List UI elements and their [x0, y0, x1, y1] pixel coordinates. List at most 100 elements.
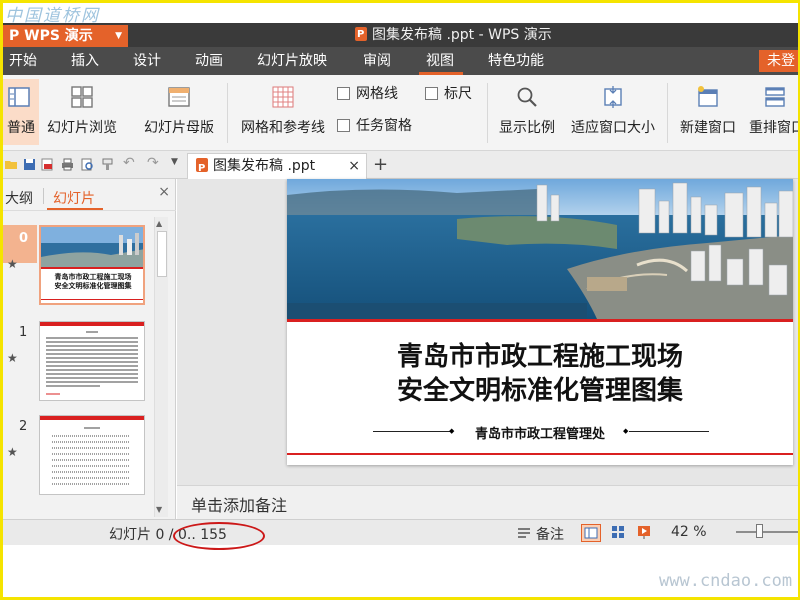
qingdao-coast-photo [287, 179, 793, 319]
slide-thumbnail-0[interactable]: 青岛市市政工程施工现场 安全文明标准化管理图集 [39, 225, 145, 305]
task-pane-checkbox[interactable]: 任务窗格 [337, 117, 412, 135]
print-icon[interactable] [61, 158, 74, 171]
chevron-down-icon[interactable]: ▼ [171, 157, 184, 170]
print-preview-icon[interactable] [81, 158, 94, 171]
slide-master-icon [168, 87, 190, 107]
thumbnail-title-line2: 安全文明标准化管理图集 [54, 282, 132, 290]
slide-number: 0 [19, 231, 29, 246]
arrange-windows-button[interactable]: 重排窗口 [747, 79, 800, 145]
zoom-button[interactable]: 显示比例 [495, 79, 559, 145]
active-tab-indicator [47, 208, 103, 210]
tab-divider [43, 188, 44, 204]
folder-icon[interactable] [5, 158, 18, 171]
grid-guides-button[interactable]: 网格和参考线 [235, 79, 331, 145]
arrange-windows-icon [765, 87, 785, 107]
wps-menu-label: P WPS 演示 [9, 28, 93, 44]
ribbon-divider [667, 83, 668, 143]
save-icon[interactable] [23, 158, 36, 171]
thumbnail-text-lines [46, 331, 138, 395]
slide-sorter-status-button[interactable] [609, 524, 629, 542]
status-bar: 幻灯片 0 / 0.. 155 备注 42 % [3, 519, 798, 545]
chevron-down-icon: ▼ [115, 31, 122, 41]
notes-pane[interactable]: 单击添加备注 [177, 485, 798, 519]
new-tab-button[interactable]: + [373, 153, 388, 177]
slide-panel: 大纲 幻灯片 × 0 ★ 青岛市市政工程施工现场 安全文明标准化管理图集 1 ★ [3, 179, 176, 519]
gridlines-checkbox[interactable]: 网格线 [337, 85, 398, 103]
tab-design[interactable]: 设计 [133, 51, 161, 71]
tab-home[interactable]: 开始 [9, 51, 37, 71]
highlight-ellipse [173, 522, 265, 550]
ribbon-divider [227, 83, 228, 143]
slideshow-status-button[interactable] [635, 524, 655, 542]
watermark-bottom: www.cndao.com [659, 571, 793, 591]
slide-subtitle: 青岛市市政工程管理处 [474, 427, 605, 442]
tab-outline[interactable]: 大纲 [5, 188, 33, 208]
format-painter-icon[interactable] [101, 158, 114, 171]
magnifier-icon [517, 87, 537, 107]
thumbnail-toc-lines [52, 427, 130, 485]
document-tab[interactable]: 图集发布稿 .ppt × [187, 153, 367, 181]
tab-slideshow[interactable]: 幻灯片放映 [257, 51, 327, 71]
slide-sorter-icon [71, 86, 93, 108]
undo-icon[interactable]: ↶ [123, 155, 136, 171]
wps-menu-button[interactable]: P WPS 演示 ▼ [3, 25, 128, 47]
tab-special-features[interactable]: 特色功能 [488, 51, 544, 71]
ruler-checkbox[interactable]: 标尺 [425, 85, 472, 103]
thumbnail-red-line [41, 267, 143, 269]
fit-window-label: 适应窗口大小 [571, 120, 655, 136]
close-icon[interactable]: × [158, 184, 170, 200]
normal-view-button[interactable]: 普通 [3, 79, 39, 145]
slide-number: 1 [19, 325, 28, 340]
app-frame: 中国道桥网 P WPS 演示 ▼ 图集发布稿 .ppt - WPS 演示 开始 … [0, 0, 800, 600]
fit-window-icon [604, 86, 622, 108]
scroll-up-icon[interactable]: ▲ [156, 219, 162, 228]
slide-master-button[interactable]: 幻灯片母版 [139, 79, 219, 145]
zoom-label: 显示比例 [499, 120, 555, 136]
redo-icon[interactable]: ↷ [147, 155, 160, 171]
current-slide[interactable]: 青岛市市政工程施工现场 安全文明标准化管理图集 ◆ 青岛市市政工程管理处 ◆ [287, 179, 793, 465]
fit-window-button[interactable]: 适应窗口大小 [565, 79, 661, 145]
tab-review[interactable]: 审阅 [363, 51, 391, 71]
tab-slides[interactable]: 幻灯片 [53, 188, 95, 208]
login-button[interactable]: 未登 [759, 50, 798, 72]
tab-view[interactable]: 视图 [426, 51, 454, 71]
slide-editing-area: 青岛市市政工程施工现场 安全文明标准化管理图集 ◆ 青岛市市政工程管理处 ◆ [177, 179, 798, 485]
export-pdf-icon[interactable] [41, 158, 54, 171]
grid-icon [272, 86, 294, 108]
slide-thumbnail-1[interactable] [39, 321, 145, 401]
arrange-windows-label: 重排窗口 [749, 120, 800, 136]
new-window-label: 新建窗口 [680, 120, 736, 136]
thumbnail-title-line1: 青岛市市政工程施工现场 [54, 273, 132, 281]
zoom-percent[interactable]: 42 % [671, 524, 707, 540]
close-icon[interactable]: × [348, 154, 360, 178]
tab-animation[interactable]: 动画 [195, 51, 223, 71]
checkbox-box [337, 119, 350, 132]
new-window-icon [698, 86, 718, 107]
zoom-slider-thumb[interactable] [756, 524, 763, 538]
slide-panel-scrollbar[interactable]: ▲ ▼ [154, 217, 168, 517]
quick-access-bar: ↶ ↷ ▼ 图集发布稿 .ppt × + [3, 151, 798, 181]
play-slideshow-icon [638, 526, 650, 539]
tab-insert[interactable]: 插入 [71, 51, 99, 71]
checkbox-box [337, 87, 350, 100]
new-window-button[interactable]: 新建窗口 [675, 79, 741, 145]
gridlines-label: 网格线 [356, 86, 398, 102]
thumbnail-bottom-line [41, 299, 143, 300]
notes-toggle-label[interactable]: 备注 [536, 524, 564, 544]
normal-view-status-button[interactable] [581, 524, 601, 542]
notes-icon[interactable] [517, 526, 531, 540]
normal-view-icon [584, 527, 598, 539]
zoom-slider-track[interactable] [736, 531, 798, 533]
window-title-text: 图集发布稿 .ppt - WPS 演示 [372, 27, 552, 43]
task-pane-label: 任务窗格 [356, 118, 412, 134]
star-icon: ★ [7, 257, 18, 271]
slide-sorter-button[interactable]: 幻灯片浏览 [43, 79, 121, 145]
thumbnail-photo [41, 227, 143, 267]
slide-thumbnail-2[interactable] [39, 415, 145, 495]
scroll-down-icon[interactable]: ▼ [156, 505, 162, 514]
slide-panel-tabs: 大纲 幻灯片 × [3, 179, 176, 211]
slide-top-red-line [287, 319, 793, 322]
slide-bottom-red-line [287, 453, 793, 455]
slide-sorter-icon [612, 526, 624, 538]
scrollbar-thumb[interactable] [157, 231, 167, 277]
